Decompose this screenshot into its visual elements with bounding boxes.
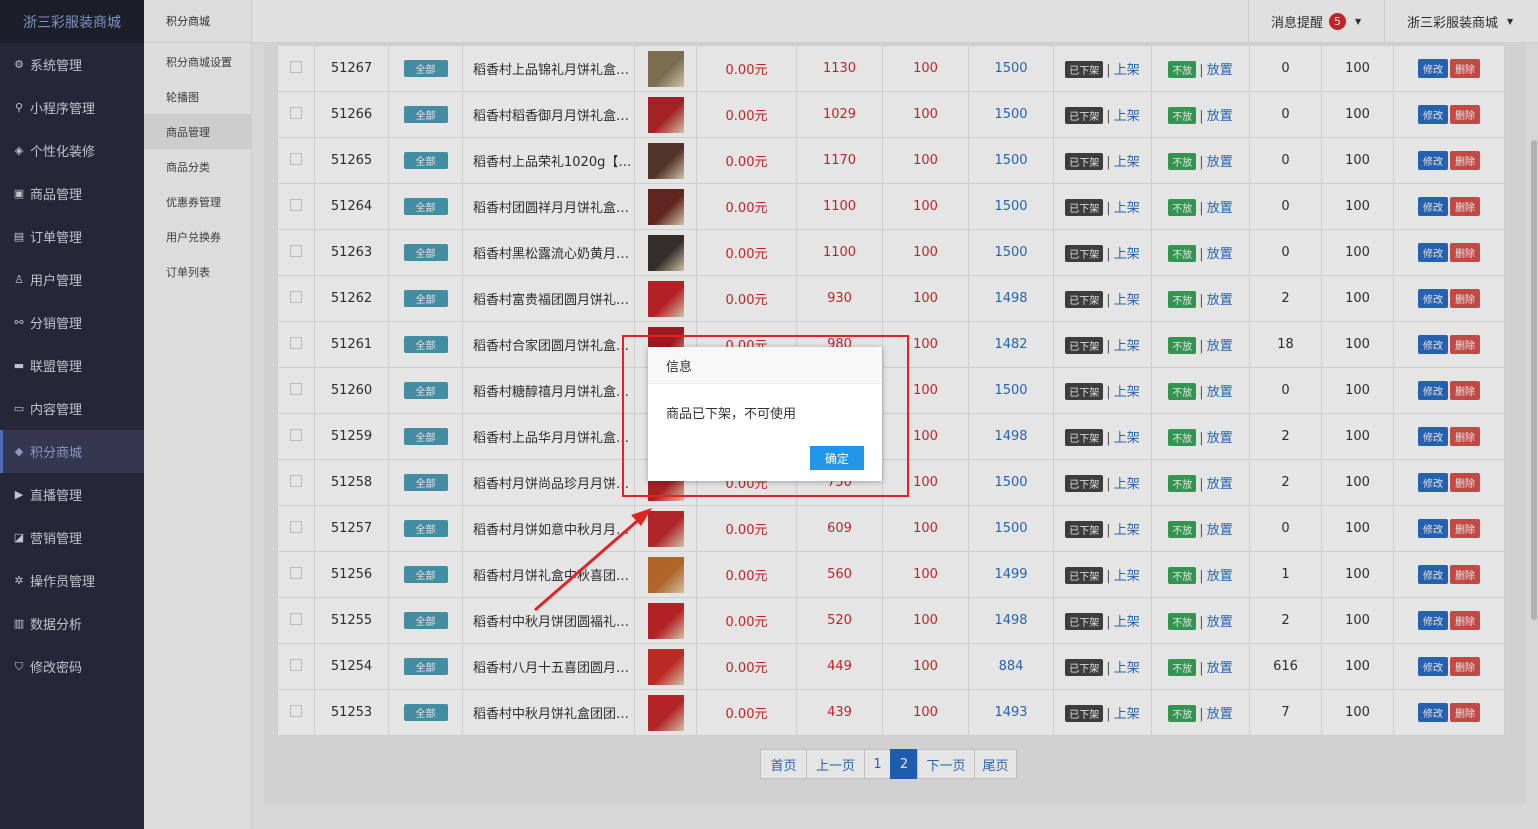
annotation-highlight-box bbox=[622, 335, 909, 497]
